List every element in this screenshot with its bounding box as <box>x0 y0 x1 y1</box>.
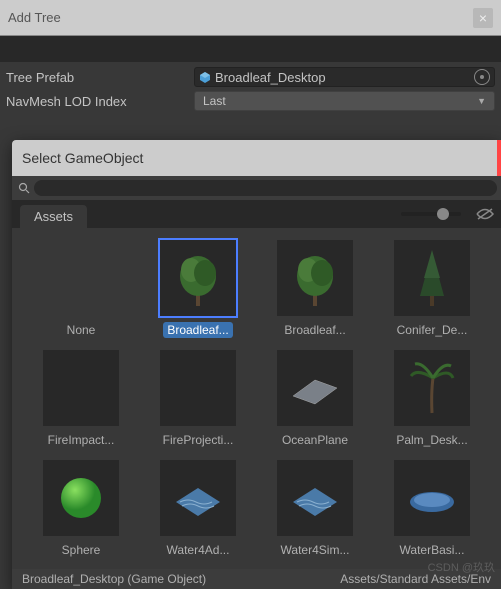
asset-label: Sphere <box>58 542 105 558</box>
tab-bar: Assets <box>12 200 501 228</box>
search-bar <box>12 176 501 200</box>
asset-item[interactable]: Water4Sim... <box>257 460 374 558</box>
asset-thumbnail <box>43 350 119 426</box>
zoom-thumb[interactable] <box>437 208 449 220</box>
asset-label: FireProjecti... <box>159 432 238 448</box>
popup-title: Select GameObject <box>22 150 143 166</box>
prefab-icon <box>199 71 211 83</box>
asset-thumbnail <box>160 460 236 536</box>
tree-prefab-field[interactable]: Broadleaf_Desktop <box>194 67 495 87</box>
close-button[interactable]: × <box>473 8 493 28</box>
asset-thumbnail <box>394 460 470 536</box>
asset-label: Water4Sim... <box>277 542 354 558</box>
object-picker-icon[interactable] <box>474 69 490 85</box>
asset-label: OceanPlane <box>278 432 352 448</box>
close-icon: × <box>479 10 487 26</box>
asset-item[interactable]: FireImpact... <box>23 350 140 448</box>
asset-label: Water4Ad... <box>163 542 234 558</box>
asset-thumbnail <box>394 240 470 316</box>
search-icon <box>16 180 32 196</box>
asset-item[interactable]: FireProjecti... <box>140 350 257 448</box>
status-left: Broadleaf_Desktop (Game Object) <box>22 572 206 586</box>
asset-label: FireImpact... <box>44 432 119 448</box>
properties-panel: Tree Prefab Broadleaf_Desktop NavMesh LO… <box>0 62 501 124</box>
toolbar-strip <box>0 36 501 62</box>
window-title-bar: Add Tree × <box>0 0 501 36</box>
asset-item[interactable]: Water4Ad... <box>140 460 257 558</box>
asset-label: Palm_Desk... <box>392 432 471 448</box>
asset-label: Conifer_De... <box>393 322 472 338</box>
asset-label: Broadleaf... <box>280 322 349 338</box>
asset-grid: None Broadleaf... Broadleaf... Conifer_De..… <box>12 240 501 558</box>
asset-item[interactable]: None <box>23 240 140 338</box>
asset-thumbnail <box>277 350 353 426</box>
lod-label: NavMesh LOD Index <box>6 94 194 109</box>
asset-thumbnail <box>277 460 353 536</box>
asset-thumbnail <box>277 240 353 316</box>
asset-item[interactable]: Broadleaf... <box>257 240 374 338</box>
asset-item[interactable]: Palm_Desk... <box>374 350 491 448</box>
visibility-icon[interactable] <box>473 204 497 224</box>
asset-grid-wrap: None Broadleaf... Broadleaf... Conifer_De..… <box>12 228 501 558</box>
asset-label: WaterBasi... <box>396 542 469 558</box>
asset-thumbnail <box>43 460 119 536</box>
asset-thumbnail <box>394 350 470 426</box>
asset-label: Broadleaf... <box>163 322 232 338</box>
asset-thumbnail <box>43 240 119 316</box>
popup-title-bar: Select GameObject <box>12 140 501 176</box>
chevron-down-icon: ▼ <box>477 96 486 106</box>
asset-thumbnail <box>160 350 236 426</box>
search-input[interactable] <box>34 180 497 196</box>
asset-item[interactable]: Sphere <box>23 460 140 558</box>
lod-row: NavMesh LOD Index Last ▼ <box>6 90 495 112</box>
asset-item[interactable]: WaterBasi... <box>374 460 491 558</box>
tree-prefab-label: Tree Prefab <box>6 70 194 85</box>
zoom-slider[interactable] <box>401 212 461 216</box>
asset-item[interactable]: OceanPlane <box>257 350 374 448</box>
tree-prefab-row: Tree Prefab Broadleaf_Desktop <box>6 66 495 88</box>
lod-value: Last <box>203 94 226 108</box>
window-title: Add Tree <box>8 10 61 25</box>
prefab-value: Broadleaf_Desktop <box>215 70 474 85</box>
asset-item[interactable]: Broadleaf... <box>140 240 257 338</box>
watermark: CSDN @玖玖 <box>428 559 495 575</box>
tab-assets[interactable]: Assets <box>20 205 87 228</box>
lod-dropdown[interactable]: Last ▼ <box>194 91 495 111</box>
asset-label: None <box>63 322 100 338</box>
object-picker-popup: Select GameObject Assets None Broadleaf..… <box>12 140 501 589</box>
asset-item[interactable]: Conifer_De... <box>374 240 491 338</box>
asset-thumbnail <box>160 240 236 316</box>
